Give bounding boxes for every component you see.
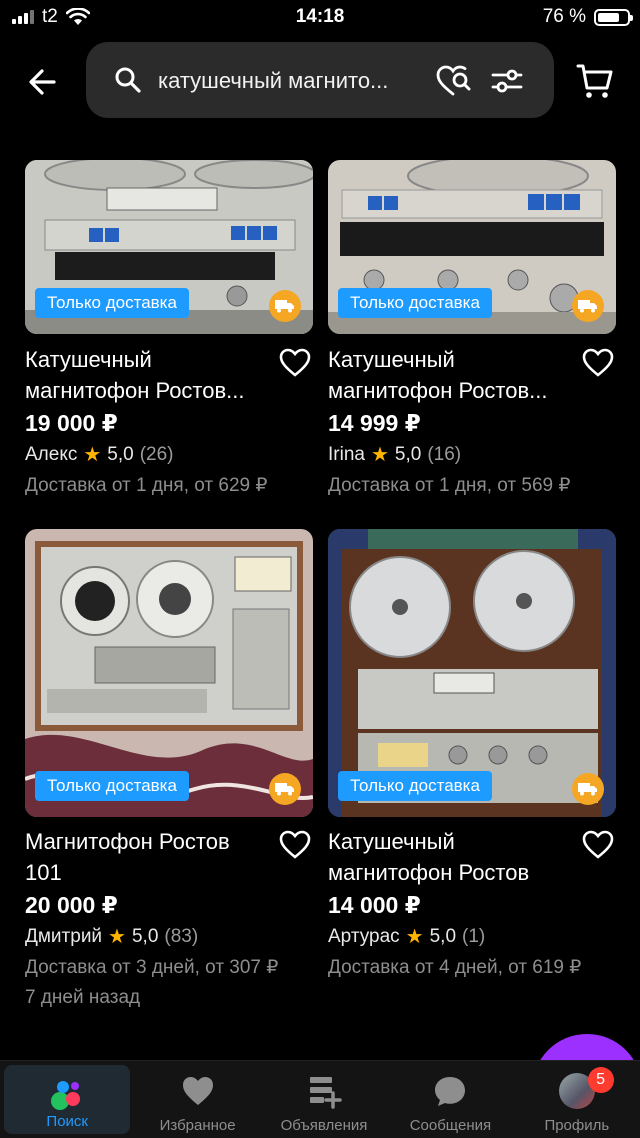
favorite-heart-icon[interactable]	[582, 348, 614, 378]
star-icon: ★	[370, 444, 389, 466]
star-icon: ★	[405, 926, 424, 948]
search-query[interactable]: катушечный магнито...	[158, 68, 388, 94]
nav-label: Сообщения	[409, 1117, 492, 1134]
product-title[interactable]: Катушечный магнитофон Ростов...	[328, 344, 568, 406]
listings-add-icon	[310, 1077, 342, 1109]
search-logo-icon	[51, 1081, 81, 1110]
nav-label: Избранное	[159, 1117, 236, 1134]
seller-rating: 5,0	[429, 925, 457, 947]
delivery-only-badge: Только доставка	[338, 771, 492, 801]
product-title[interactable]: Катушечный магнитофон Ростов...	[25, 344, 265, 406]
product-card[interactable]: Только доставка Катушечный магнитофон Ро…	[328, 529, 616, 989]
nav-favorites[interactable]: Избранное	[134, 1061, 260, 1138]
seller-name[interactable]: Irina	[328, 444, 365, 466]
seller-rating: 5,0	[131, 925, 159, 947]
product-photo[interactable]: Только доставка	[328, 529, 616, 817]
product-price: 14 000 ₽	[328, 892, 421, 918]
delivery-only-badge: Только доставка	[35, 771, 189, 801]
search-bar[interactable]: катушечный магнито...	[86, 42, 554, 118]
status-right: 76 %	[542, 6, 633, 28]
bottom-navigation: Поиск Избранное Объявления Сообщения 5 П…	[0, 1060, 640, 1138]
product-card[interactable]: Только доставка Магнитофон Ростов 101 20…	[25, 529, 313, 1019]
product-price: 19 000 ₽	[25, 410, 118, 436]
product-title[interactable]: Магнитофон Ростов 101	[25, 826, 265, 888]
delivery-truck-icon	[269, 773, 301, 805]
star-icon: ★	[108, 926, 126, 948]
delivery-truck-icon	[269, 290, 301, 322]
delivery-info: Доставка от 1 дня, от 629 ₽	[25, 475, 268, 496]
seller-info[interactable]: Дмитрий ★ 5,0 (83)	[25, 924, 198, 949]
product-card[interactable]: Только доставка Катушечный магнитофон Ро…	[328, 160, 616, 500]
nav-profile[interactable]: 5 Профиль	[514, 1061, 640, 1138]
favorite-heart-icon[interactable]	[279, 348, 311, 378]
seller-name[interactable]: Артурас	[328, 926, 400, 948]
delivery-only-badge: Только доставка	[35, 288, 189, 318]
nav-label: Профиль	[544, 1117, 610, 1134]
delivery-info: Доставка от 1 дня, от 569 ₽	[328, 475, 571, 496]
notification-badge: 5	[587, 1067, 614, 1093]
seller-name[interactable]: Алекс	[25, 444, 77, 466]
product-photo[interactable]: Только доставка	[25, 160, 313, 334]
back-arrow-icon[interactable]	[24, 62, 64, 102]
review-count: (26)	[139, 443, 174, 465]
heart-icon	[182, 1077, 213, 1105]
delivery-info: Доставка от 4 дней, от 619 ₽	[328, 957, 582, 978]
favorite-heart-icon[interactable]	[582, 830, 614, 860]
posted-date: 7 дней назад	[25, 987, 141, 1008]
delivery-truck-icon	[572, 773, 604, 805]
star-icon: ★	[83, 444, 102, 466]
product-card[interactable]: Только доставка Катушечный магнитофон Ро…	[25, 160, 313, 500]
cart-icon[interactable]	[576, 62, 614, 100]
review-count: (16)	[427, 443, 462, 465]
nav-label: Объявления	[280, 1117, 368, 1134]
delivery-truck-icon	[572, 290, 604, 322]
product-photo[interactable]: Только доставка	[25, 529, 313, 817]
review-count: (83)	[164, 925, 199, 947]
product-price: 14 999 ₽	[328, 410, 421, 436]
product-price: 20 000 ₽	[25, 892, 118, 918]
seller-rating: 5,0	[394, 443, 422, 465]
save-search-heart-icon[interactable]	[434, 62, 472, 100]
delivery-info: Доставка от 3 дней, от 307 ₽	[25, 957, 279, 978]
filters-icon[interactable]	[490, 64, 524, 98]
product-photo[interactable]: Только доставка	[328, 160, 616, 334]
delivery-only-badge: Только доставка	[338, 288, 492, 318]
chat-bubble-icon	[435, 1077, 466, 1106]
nav-label: Поиск	[46, 1113, 88, 1130]
status-bar: t2 14:18 76 %	[0, 0, 640, 36]
battery-percent: 76 %	[542, 6, 586, 27]
favorite-heart-icon[interactable]	[279, 830, 311, 860]
product-title[interactable]: Катушечный магнитофон Ростов	[328, 826, 568, 888]
review-count: (1)	[462, 925, 486, 947]
nav-listings[interactable]: Объявления	[261, 1061, 387, 1138]
battery-icon	[594, 8, 633, 26]
seller-info[interactable]: Алекс ★ 5,0 (26)	[25, 442, 174, 467]
seller-name[interactable]: Дмитрий	[25, 926, 102, 948]
seller-info[interactable]: Артурас ★ 5,0 (1)	[328, 924, 485, 949]
search-icon	[115, 67, 141, 93]
seller-rating: 5,0	[107, 443, 134, 465]
nav-messages[interactable]: Сообщения	[387, 1061, 513, 1138]
nav-search[interactable]: Поиск	[4, 1065, 131, 1134]
seller-info[interactable]: Irina ★ 5,0 (16)	[328, 442, 461, 467]
